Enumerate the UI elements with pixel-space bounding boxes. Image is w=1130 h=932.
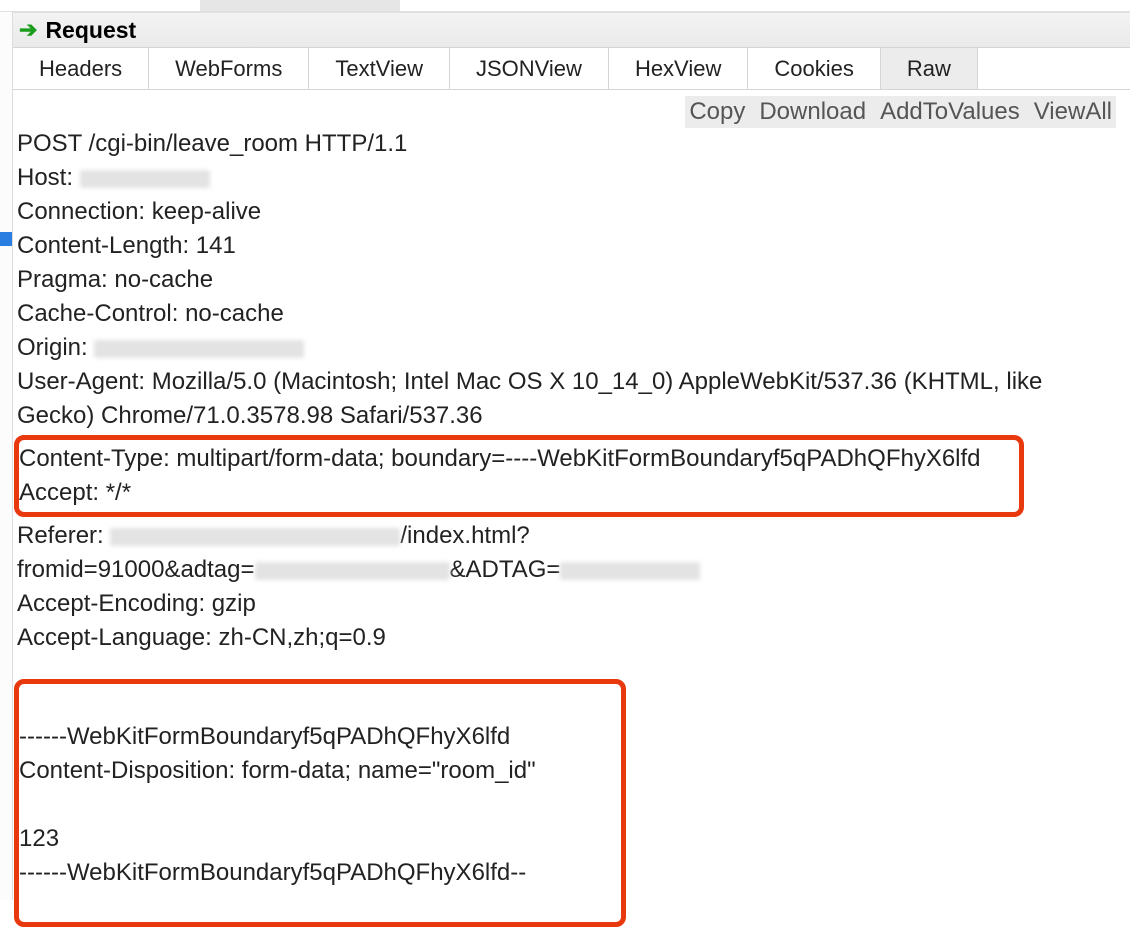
accept-language-line: Accept-Language: zh-CN,zh;q=0.9 [17, 624, 386, 651]
tab-webforms[interactable]: WebForms [149, 48, 309, 89]
viewall-button[interactable]: ViewAll [1034, 98, 1112, 126]
cache-control-line: Cache-Control: no-cache [17, 300, 284, 327]
redacted-origin [94, 340, 304, 358]
body-boundary-close: ------WebKitFormBoundaryf5qPADhQFhyX6lfd… [19, 859, 526, 886]
tab-jsonview[interactable]: JSONView [450, 48, 609, 89]
tab-headers[interactable]: Headers [13, 48, 149, 89]
accept-line: Accept: */* [19, 479, 131, 506]
arrow-right-icon: ➔ [19, 17, 37, 43]
content-length-line: Content-Length: 141 [17, 232, 236, 259]
tab-textview[interactable]: TextView [309, 48, 450, 89]
pragma-line: Pragma: no-cache [17, 266, 213, 293]
highlight-box-body: ------WebKitFormBoundaryf5qPADhQFhyX6lfd… [14, 679, 626, 927]
copy-button[interactable]: Copy [689, 98, 745, 126]
left-gutter [0, 12, 13, 900]
content-type-line: Content-Type: multipart/form-data; bound… [19, 445, 981, 472]
origin-line: Origin: [17, 334, 304, 361]
body-disposition: Content-Disposition: form-data; name="ro… [19, 757, 536, 784]
body-boundary-open: ------WebKitFormBoundaryf5qPADhQFhyX6lfd [19, 723, 510, 750]
referer-line: Referer: /index.html? [17, 522, 530, 549]
body-value: 123 [19, 825, 59, 852]
raw-content-area[interactable]: Copy Download AddToValues ViewAll POST /… [13, 90, 1130, 932]
download-button[interactable]: Download [759, 98, 866, 126]
redacted-adtag [255, 562, 450, 580]
redacted-adtag2 [560, 562, 700, 580]
request-tabs: Headers WebForms TextView JSONView HexVi… [13, 48, 1130, 90]
raw-text-block[interactable]: POST /cgi-bin/leave_room HTTP/1.1 Host: … [15, 93, 1128, 927]
addtovalues-button[interactable]: AddToValues [880, 98, 1020, 126]
redacted-referer [110, 528, 400, 546]
user-agent-line: User-Agent: Mozilla/5.0 (Macintosh; Inte… [17, 368, 1049, 429]
tab-cookies[interactable]: Cookies [748, 48, 880, 89]
request-line: POST /cgi-bin/leave_room HTTP/1.1 [17, 130, 407, 157]
highlight-box-headers: Content-Type: multipart/form-data; bound… [14, 435, 1024, 517]
request-panel-header: ➔ Request [13, 12, 1130, 48]
raw-actions: Copy Download AddToValues ViewAll [685, 96, 1116, 128]
panel-title: Request [45, 17, 136, 44]
referer-line2: fromid=91000&adtag=&ADTAG= [17, 556, 700, 583]
tab-hexview[interactable]: HexView [609, 48, 748, 89]
connection-line: Connection: keep-alive [17, 198, 261, 225]
host-line: Host: [17, 164, 210, 191]
tab-raw[interactable]: Raw [881, 48, 978, 89]
redacted-host [80, 170, 210, 188]
accept-encoding-line: Accept-Encoding: gzip [17, 590, 256, 617]
